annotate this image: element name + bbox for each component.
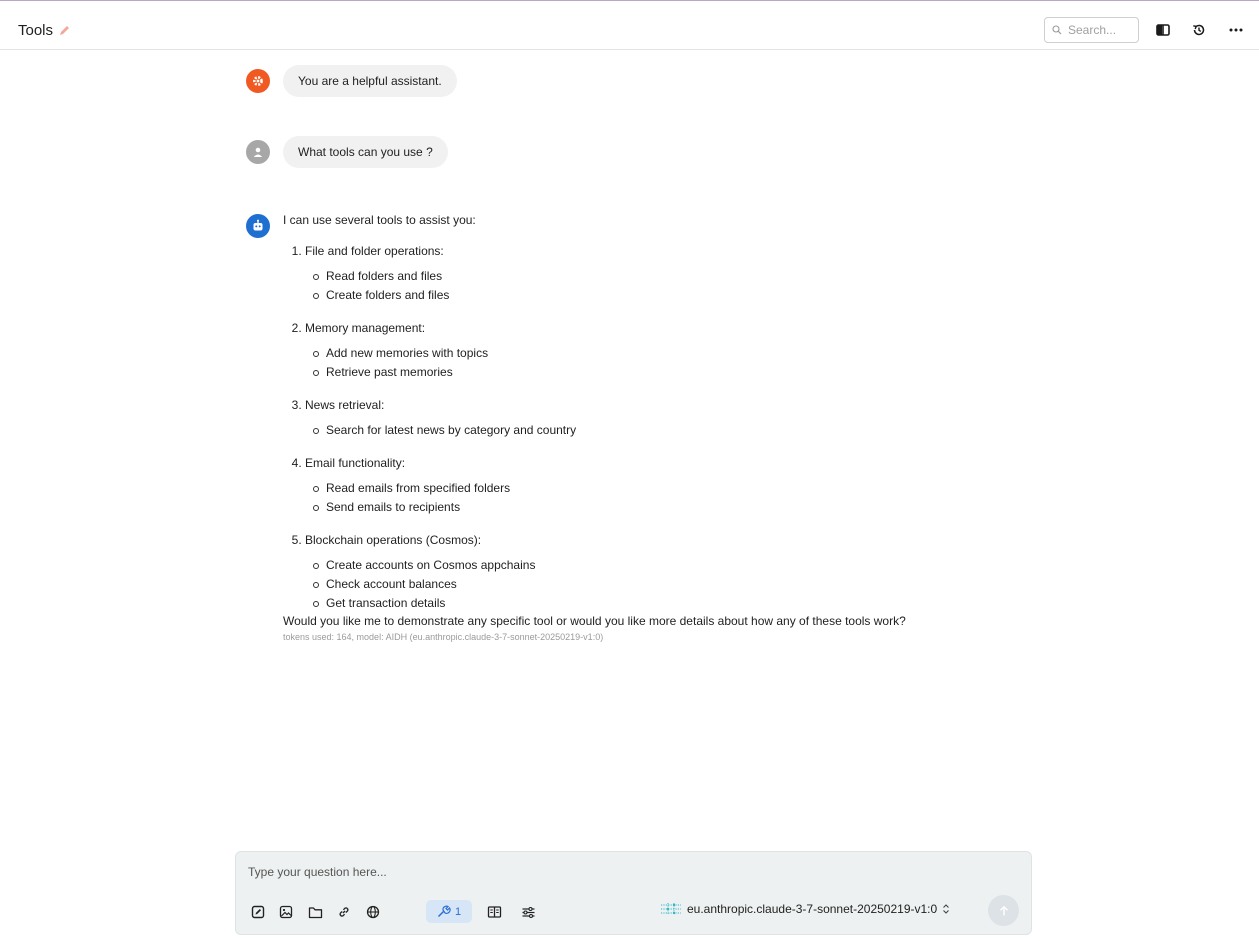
section-title: Memory management: bbox=[305, 321, 426, 335]
search-input[interactable] bbox=[1068, 23, 1138, 37]
split-view-button[interactable] bbox=[1153, 20, 1173, 40]
list-item: Get transaction details bbox=[313, 594, 1003, 613]
image-icon bbox=[279, 905, 293, 919]
tools-toggle-button[interactable]: 1 bbox=[426, 900, 472, 923]
question-input[interactable] bbox=[248, 865, 948, 885]
history-icon bbox=[1193, 24, 1205, 36]
search-icon bbox=[1052, 25, 1062, 35]
arrow-up-icon bbox=[999, 905, 1008, 915]
list-item: Blockchain operations (Cosmos): Create a… bbox=[305, 532, 1003, 613]
sliders-icon bbox=[522, 906, 534, 918]
section-title: News retrieval: bbox=[305, 398, 385, 412]
link-icon bbox=[339, 907, 349, 917]
robot-icon bbox=[253, 219, 263, 231]
list-item: File and folder operations: Read folders… bbox=[305, 243, 1003, 305]
list-item: Send emails to recipients bbox=[313, 498, 1003, 517]
list-item: Read folders and files bbox=[313, 267, 1003, 286]
assistant-closing: Would you like me to demonstrate any spe… bbox=[283, 614, 906, 628]
sub-list: Add new memories with topics Retrieve pa… bbox=[305, 344, 1003, 382]
system-avatar bbox=[246, 69, 270, 93]
list-item: Create accounts on Cosmos appchains bbox=[313, 556, 1003, 575]
wrench-icon bbox=[437, 905, 451, 918]
list-item: Memory management: Add new memories with… bbox=[305, 320, 1003, 382]
book-icon bbox=[487, 906, 501, 918]
list-item: Email functionality: Read emails from sp… bbox=[305, 455, 1003, 517]
section-title: Blockchain operations (Cosmos): bbox=[305, 533, 482, 547]
assistant-avatar bbox=[246, 214, 270, 238]
assistant-message: I can use several tools to assist you: F… bbox=[283, 212, 1003, 645]
globe-icon bbox=[366, 905, 380, 919]
user-avatar bbox=[246, 140, 270, 164]
attach-link-button[interactable] bbox=[334, 902, 354, 922]
gear-icon bbox=[253, 76, 263, 86]
user-message-bubble: What tools can you use ? bbox=[283, 136, 448, 168]
attach-document-button[interactable] bbox=[248, 902, 268, 922]
model-selector[interactable]: eu.anthropic.claude-3-7-sonnet-20250219-… bbox=[660, 902, 950, 916]
system-message-bubble: You are a helpful assistant. bbox=[283, 65, 457, 97]
list-item: Check account balances bbox=[313, 575, 1003, 594]
list-item: Read emails from specified folders bbox=[313, 479, 1003, 498]
attach-image-button[interactable] bbox=[276, 902, 296, 922]
more-horizontal-icon bbox=[1229, 28, 1243, 32]
more-options-button[interactable] bbox=[1226, 20, 1246, 40]
assistant-intro: I can use several tools to assist you: bbox=[283, 213, 476, 227]
list-item: Create folders and files bbox=[313, 286, 1003, 305]
list-item: Add new memories with topics bbox=[313, 344, 1003, 363]
section-title: Email functionality: bbox=[305, 456, 406, 470]
conversation-title[interactable]: Tools bbox=[18, 22, 70, 39]
chevron-up-down-icon bbox=[943, 904, 950, 914]
header-bar: Tools bbox=[0, 6, 1259, 50]
sub-list: Read emails from specified folders Send … bbox=[305, 479, 1003, 517]
model-name: eu.anthropic.claude-3-7-sonnet-20250219-… bbox=[687, 902, 938, 916]
list-item: News retrieval: Search for latest news b… bbox=[305, 397, 1003, 440]
model-provider-icon bbox=[661, 903, 681, 915]
history-button[interactable] bbox=[1189, 20, 1209, 40]
list-item: Search for latest news by category and c… bbox=[313, 421, 1003, 440]
pencil-icon[interactable] bbox=[58, 25, 70, 37]
settings-sliders-button[interactable] bbox=[518, 902, 538, 922]
tool-list: File and folder operations: Read folders… bbox=[283, 243, 1003, 613]
search-box[interactable] bbox=[1044, 17, 1139, 43]
sub-list: Create accounts on Cosmos appchains Chec… bbox=[305, 556, 1003, 613]
web-search-button[interactable] bbox=[363, 902, 383, 922]
folder-icon bbox=[308, 906, 322, 918]
tools-count: 1 bbox=[454, 905, 462, 918]
list-item: Retrieve past memories bbox=[313, 363, 1003, 382]
document-edit-icon bbox=[251, 905, 265, 919]
columns-icon bbox=[1156, 24, 1170, 36]
sub-list: Search for latest news by category and c… bbox=[305, 421, 1003, 440]
send-button[interactable] bbox=[988, 895, 1019, 926]
sub-list: Read folders and files Create folders an… bbox=[305, 267, 1003, 305]
token-usage-meta: tokens used: 164, model: AIDH (eu.anthro… bbox=[283, 632, 604, 642]
message-composer: 1 bbox=[235, 851, 1032, 935]
attach-folder-button[interactable] bbox=[305, 902, 325, 922]
title-text: Tools bbox=[18, 22, 54, 39]
knowledge-base-button[interactable] bbox=[484, 902, 504, 922]
section-title: File and folder operations: bbox=[305, 244, 444, 258]
person-icon bbox=[253, 147, 263, 157]
